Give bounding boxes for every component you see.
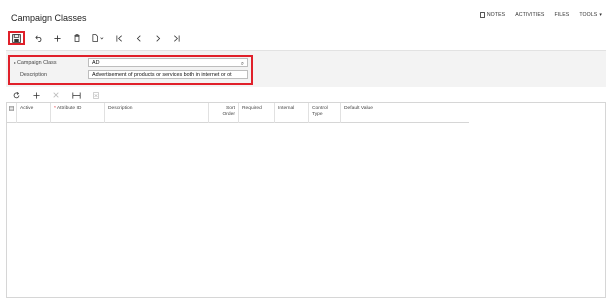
- campaign-class-label-text: Campaign Class: [17, 60, 57, 66]
- campaign-class-field[interactable]: AD ⌕: [88, 58, 248, 67]
- column-control-type-line2: Type: [312, 112, 323, 117]
- add-button[interactable]: [48, 31, 67, 45]
- last-record-button[interactable]: [167, 31, 186, 45]
- close-icon: [53, 92, 59, 98]
- page-title: Campaign Classes: [11, 13, 87, 23]
- grid-toolbar: [10, 90, 102, 100]
- campaign-class-value: AD: [92, 60, 100, 66]
- top-links: NOTES ACTIVITIES FILES TOOLS ▾: [479, 12, 602, 18]
- copy-paste-icon: [92, 34, 104, 42]
- column-sort-order[interactable]: Sort Order: [209, 103, 239, 123]
- add-icon: [54, 34, 61, 42]
- notes-label: NOTES: [486, 12, 506, 18]
- column-sort-order-line2: Order: [222, 112, 235, 117]
- attributes-grid: Active *Attribute ID Description Sort Or…: [6, 102, 606, 298]
- search-icon[interactable]: ⌕: [241, 60, 244, 67]
- previous-record-button[interactable]: [129, 31, 148, 45]
- note-icon: [479, 12, 485, 18]
- next-record-button[interactable]: [148, 31, 167, 45]
- activities-label: ACTIVITIES: [515, 12, 545, 18]
- grid-header: Active *Attribute ID Description Sort Or…: [7, 103, 469, 123]
- delete-row-button[interactable]: [50, 92, 62, 98]
- column-control-type[interactable]: Control Type: [309, 103, 341, 123]
- files-label: FILES: [554, 12, 570, 18]
- fit-columns-icon: [71, 91, 81, 99]
- next-record-icon: [155, 34, 160, 42]
- tools-label: TOOLS: [579, 12, 598, 18]
- description-label: Description: [20, 72, 47, 78]
- row-selector-column[interactable]: [7, 103, 17, 123]
- column-internal[interactable]: Internal: [275, 103, 309, 123]
- campaign-classes-screen: Campaign Classes NOTES ACTIVITIES FILES …: [0, 0, 610, 304]
- copy-paste-button[interactable]: [86, 31, 110, 45]
- save-icon: [12, 33, 21, 43]
- description-field[interactable]: Advertisement of products or services bo…: [88, 70, 248, 79]
- refresh-icon: [13, 91, 19, 98]
- main-toolbar: [8, 31, 186, 45]
- undo-button[interactable]: [29, 31, 48, 45]
- required-marker: *: [54, 106, 56, 111]
- delete-button[interactable]: [67, 31, 86, 45]
- column-active[interactable]: Active: [17, 103, 51, 123]
- chevron-down-icon: ▾: [599, 12, 602, 18]
- undo-icon: [34, 35, 41, 42]
- tools-menu[interactable]: TOOLS ▾: [579, 12, 602, 18]
- export-icon: [93, 91, 99, 99]
- fit-columns-button[interactable]: [70, 91, 82, 99]
- last-record-icon: [174, 34, 180, 42]
- previous-record-icon: [136, 34, 141, 42]
- notes-link[interactable]: NOTES: [479, 12, 506, 18]
- refresh-button[interactable]: [10, 91, 22, 99]
- column-description[interactable]: Description: [105, 103, 209, 123]
- first-record-button[interactable]: [110, 31, 129, 45]
- grid-settings-icon: [9, 106, 14, 111]
- activities-link[interactable]: ACTIVITIES: [515, 12, 544, 18]
- add-row-button[interactable]: [30, 91, 42, 99]
- export-button[interactable]: [90, 91, 102, 99]
- column-attribute-id-label: Attribute ID: [56, 106, 82, 111]
- save-button[interactable]: [8, 31, 25, 45]
- column-attribute-id[interactable]: *Attribute ID: [51, 103, 105, 123]
- first-record-icon: [116, 34, 122, 42]
- files-link[interactable]: FILES: [554, 12, 569, 18]
- delete-icon: [73, 34, 80, 42]
- column-default-value[interactable]: Default Value: [341, 103, 469, 123]
- campaign-class-label: ▸Campaign Class: [14, 60, 57, 66]
- required-arrow-icon: ▸: [14, 60, 17, 65]
- column-required[interactable]: Required: [239, 103, 275, 123]
- add-row-icon: [32, 91, 40, 99]
